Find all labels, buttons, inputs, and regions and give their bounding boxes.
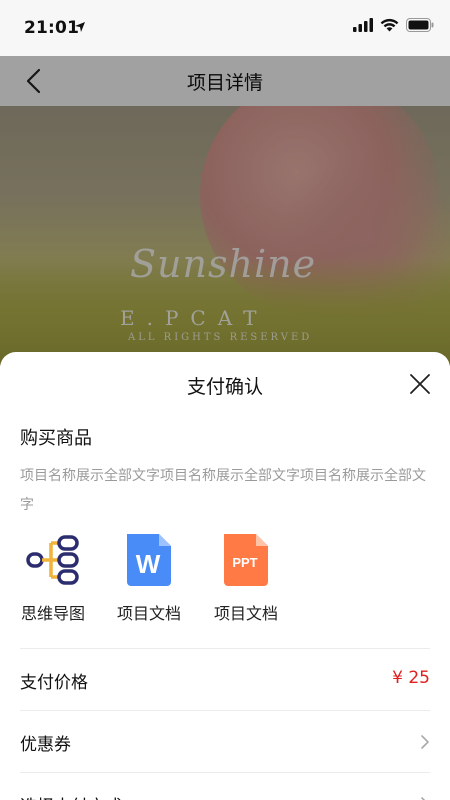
purchase-section-title: 购买商品: [20, 428, 92, 449]
status-bar: 21:01: [0, 0, 450, 56]
divider: [20, 648, 430, 649]
file-label: 思维导图: [20, 604, 85, 623]
divider: [20, 710, 430, 711]
ppt-doc-icon: PPT: [224, 534, 268, 586]
battery-icon: [406, 18, 434, 32]
location-arrow-icon: [75, 22, 85, 32]
chevron-right-icon: [421, 797, 426, 800]
divider: [20, 772, 430, 773]
signal-icon: [353, 18, 373, 32]
file-item-word-doc[interactable]: W 项目文档: [104, 532, 194, 624]
payment-method-row[interactable]: 选择支付方式: [20, 774, 430, 800]
wifi-icon: [380, 18, 399, 32]
mind-map-icon: [26, 535, 79, 585]
chevron-right-icon: [421, 735, 429, 749]
file-label: 项目文档: [116, 604, 181, 623]
product-name: 项目名称展示全部文字项目名称展示全部文字项目名称展示全部文字: [20, 468, 426, 513]
word-doc-icon: W: [127, 534, 171, 586]
coupon-label: 优惠券: [20, 735, 71, 755]
close-icon[interactable]: [408, 372, 432, 396]
modal-backdrop[interactable]: [0, 56, 450, 366]
status-indicators: [353, 18, 434, 32]
payment-confirm-sheet: 支付确认 购买商品 项目名称展示全部文字项目名称展示全部文字项目名称展示全部文字…: [0, 352, 450, 800]
file-item-mindmap[interactable]: 思维导图: [8, 532, 98, 624]
sheet-title: 支付确认: [186, 376, 263, 398]
price-value: ¥ 25: [392, 668, 430, 688]
svg-text:W: W: [136, 549, 161, 579]
price-label: 支付价格: [20, 673, 88, 693]
svg-text:PPT: PPT: [232, 555, 257, 570]
payment-method-label: 选择支付方式: [20, 792, 122, 800]
status-time: 21:01: [24, 18, 80, 38]
file-label: 项目文档: [213, 604, 278, 623]
coupon-row[interactable]: 优惠券: [20, 712, 430, 772]
price-row: 支付价格 ¥ 25: [20, 650, 430, 710]
file-item-ppt-doc[interactable]: PPT 项目文档: [201, 532, 291, 624]
file-list: 思维导图 W 项目文档 PPT 项目文档: [0, 532, 450, 632]
